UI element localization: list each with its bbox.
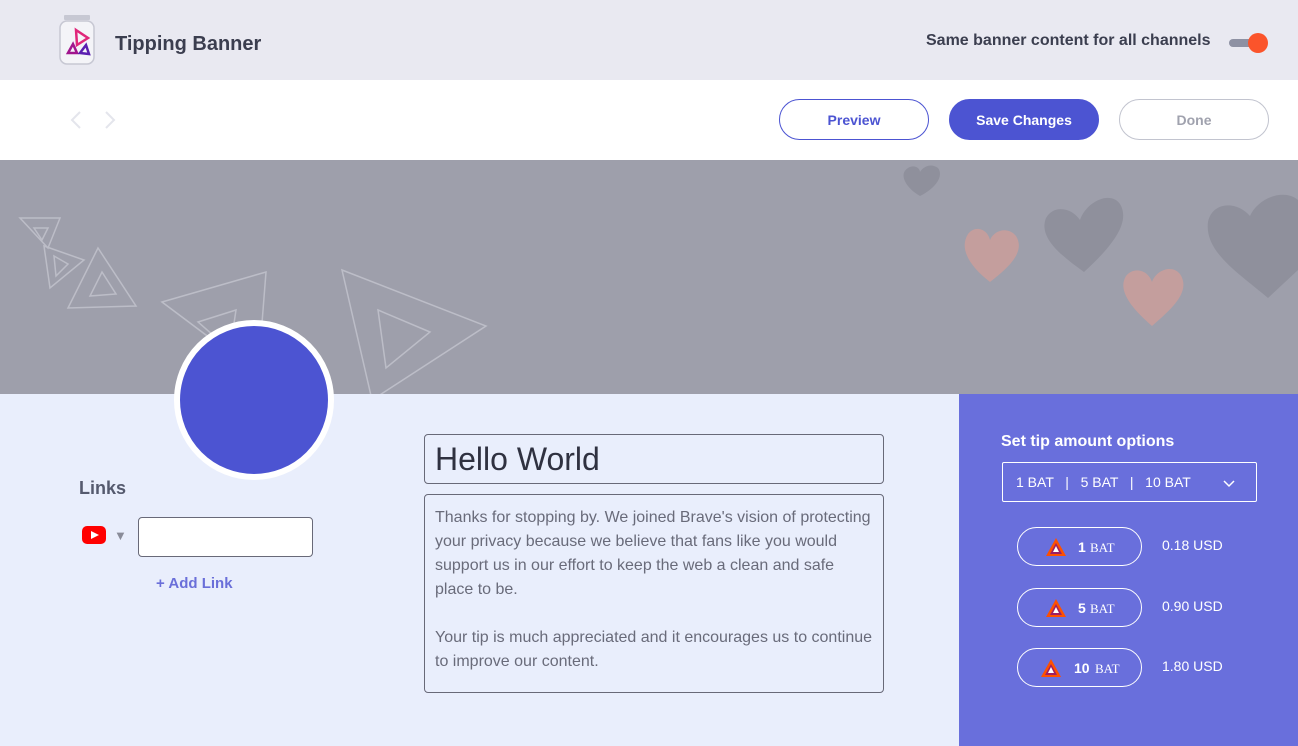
previous-arrow-icon[interactable]: [66, 108, 86, 132]
toggle-knob: [1248, 33, 1268, 53]
tip-amount-select-value: 1 BAT | 5 BAT | 10 BAT: [1016, 474, 1191, 490]
add-link-button[interactable]: + Add Link: [156, 575, 233, 592]
tip-option-1-unit: BAT: [1090, 540, 1115, 555]
headline-input[interactable]: [424, 434, 884, 484]
channel-dropdown-icon[interactable]: ▼: [114, 528, 127, 543]
chevron-down-icon: [1223, 480, 1235, 488]
same-content-toggle[interactable]: [1229, 32, 1269, 54]
tip-option-1-button[interactable]: 1 BAT: [1017, 527, 1142, 566]
tip-option-2-unit: BAT: [1090, 601, 1115, 616]
tip-option-2-usd: 0.90 USD: [1162, 598, 1223, 614]
description-paragraph-1: Thanks for stopping by. We joined Brave'…: [435, 509, 871, 598]
bat-logo-icon: [1046, 599, 1066, 617]
links-heading: Links: [79, 478, 127, 498]
youtube-icon[interactable]: [82, 526, 106, 544]
done-button[interactable]: Done: [1119, 99, 1269, 140]
tip-option-3-unit: BAT: [1095, 661, 1120, 676]
tip-jar-logo-icon: [59, 15, 95, 65]
save-changes-button[interactable]: Save Changes: [949, 99, 1099, 140]
avatar[interactable]: [174, 320, 334, 480]
tip-option-2-button[interactable]: 5 BAT: [1017, 588, 1142, 627]
tip-option-3-usd: 1.80 USD: [1162, 658, 1223, 674]
page-title: Tipping Banner: [115, 33, 262, 55]
tipping-banner-editor: Tipping Banner Same banner content for a…: [0, 0, 1298, 746]
next-arrow-icon[interactable]: [100, 108, 120, 132]
toolbar: Preview Save Changes Done: [0, 80, 1298, 160]
tip-option-3-amount: 10: [1074, 660, 1090, 676]
tip-option-1-usd: 0.18 USD: [1162, 537, 1223, 553]
tip-option-2-amount: 5: [1078, 600, 1086, 616]
bat-logo-icon: [1041, 659, 1061, 677]
tip-amount-select[interactable]: 1 BAT | 5 BAT | 10 BAT: [1002, 462, 1257, 502]
tip-option-3-button[interactable]: 10 BAT: [1017, 648, 1142, 687]
same-content-label: Same banner content for all channels: [926, 32, 1211, 49]
header-bar: Tipping Banner Same banner content for a…: [0, 0, 1298, 80]
bat-logo-icon: [1046, 538, 1066, 556]
tip-option-1-amount: 1: [1078, 539, 1086, 555]
description-paragraph-2: Your tip is much appreciated and it enco…: [435, 629, 873, 670]
tip-options-title: Set tip amount options: [1001, 433, 1175, 450]
link-url-input[interactable]: [138, 517, 313, 557]
description-textarea[interactable]: Thanks for stopping by. We joined Brave'…: [424, 494, 884, 693]
preview-button[interactable]: Preview: [779, 99, 929, 140]
